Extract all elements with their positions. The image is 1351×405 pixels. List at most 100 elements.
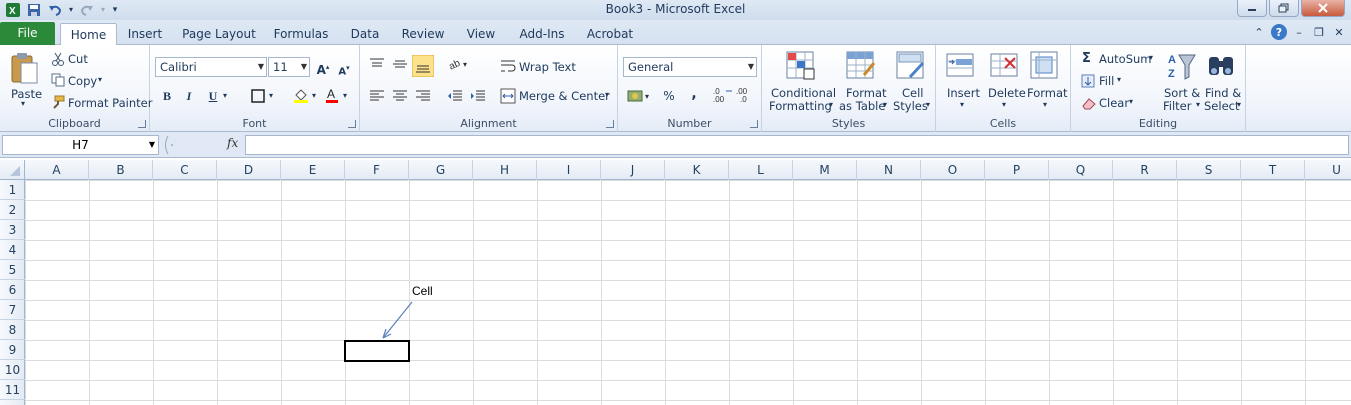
format-dropdown-icon[interactable]: ▾ xyxy=(1043,100,1047,109)
help-icon[interactable]: ? xyxy=(1271,24,1287,40)
column-header-g[interactable]: G xyxy=(409,160,473,180)
tab-formulas[interactable]: Formulas xyxy=(270,23,332,45)
tab-page-layout[interactable]: Page Layout xyxy=(180,23,258,45)
column-header-u[interactable]: U xyxy=(1305,160,1351,180)
row-header-5[interactable]: 5 xyxy=(0,260,25,280)
orientation-icon[interactable]: ab ▾ xyxy=(447,57,470,74)
shrink-font-icon[interactable]: A▾ xyxy=(334,58,354,78)
row-header-4[interactable]: 4 xyxy=(0,240,25,260)
name-box-dropdown-icon[interactable]: ▼ xyxy=(149,136,155,154)
row-header-2[interactable]: 2 xyxy=(0,200,25,220)
tab-home[interactable]: Home xyxy=(60,23,117,46)
column-header-k[interactable]: K xyxy=(665,160,729,180)
selected-cell[interactable] xyxy=(344,340,410,362)
column-header-m[interactable]: M xyxy=(793,160,857,180)
conditional-formatting-button[interactable]: Conditional xyxy=(771,86,836,100)
paste-button[interactable]: Paste xyxy=(11,87,42,101)
clipboard-launcher-icon[interactable] xyxy=(138,120,146,128)
font-color-dropdown-icon[interactable]: ▾ xyxy=(340,86,350,106)
font-size-combo[interactable]: 11 ▼ xyxy=(268,57,310,77)
increase-indent-icon[interactable] xyxy=(470,89,486,106)
fill-button[interactable]: Fill xyxy=(1099,74,1114,88)
increase-decimal-icon[interactable]: .0.00 xyxy=(713,87,733,106)
column-header-l[interactable]: L xyxy=(729,160,793,180)
row-header-7[interactable]: 7 xyxy=(0,300,25,320)
find-select-dropdown-icon[interactable]: ▾ xyxy=(1237,100,1241,109)
column-header-c[interactable]: C xyxy=(153,160,217,180)
decrease-decimal-icon[interactable]: .00.0 xyxy=(736,87,756,106)
tab-acrobat[interactable]: Acrobat xyxy=(582,23,638,45)
comma-style-button[interactable]: , xyxy=(684,84,704,104)
column-header-a[interactable]: A xyxy=(25,160,89,180)
delete-cells-button[interactable]: Delete xyxy=(988,86,1026,100)
cell-styles-button[interactable]: Cell xyxy=(902,86,924,100)
font-name-combo[interactable]: Calibri ▼ xyxy=(155,57,267,77)
column-header-o[interactable]: O xyxy=(921,160,985,180)
clear-button[interactable]: Clear xyxy=(1099,96,1129,110)
minimize-button[interactable] xyxy=(1237,0,1267,17)
conditional-formatting-dropdown-icon[interactable]: ▾ xyxy=(829,100,833,109)
tab-data[interactable]: Data xyxy=(344,23,386,45)
workbook-minimize-icon[interactable]: – xyxy=(1291,24,1307,40)
column-header-j[interactable]: J xyxy=(601,160,665,180)
align-left-icon[interactable] xyxy=(369,89,385,106)
percent-style-button[interactable]: % xyxy=(659,86,679,106)
name-box[interactable]: H7 ▼ xyxy=(2,135,159,155)
align-right-icon[interactable] xyxy=(415,89,431,106)
find-select-button[interactable]: Find & xyxy=(1205,86,1241,100)
column-header-i[interactable]: I xyxy=(537,160,601,180)
cell-styles-dropdown-icon[interactable]: ▾ xyxy=(926,100,930,109)
borders-dropdown-icon[interactable]: ▾ xyxy=(266,86,276,106)
column-header-b[interactable]: B xyxy=(89,160,153,180)
fill-color-dropdown-icon[interactable]: ▾ xyxy=(309,86,319,106)
row-header-6[interactable]: 6 xyxy=(0,280,25,300)
fill-dropdown-icon[interactable]: ▾ xyxy=(1117,75,1121,84)
insert-dropdown-icon[interactable]: ▾ xyxy=(960,100,964,109)
merge-center-dropdown-icon[interactable]: ▾ xyxy=(605,90,609,99)
decrease-indent-icon[interactable] xyxy=(447,89,463,106)
font-launcher-icon[interactable] xyxy=(348,120,356,128)
format-as-table-button[interactable]: Format xyxy=(846,86,887,100)
format-as-table-dropdown-icon[interactable]: ▾ xyxy=(883,100,887,109)
row-header-3[interactable]: 3 xyxy=(0,220,25,240)
column-header-s[interactable]: S xyxy=(1177,160,1241,180)
number-format-combo[interactable]: General ▼ xyxy=(623,57,757,77)
tab-view[interactable]: View xyxy=(460,23,502,45)
tab-add-ins[interactable]: Add-Ins xyxy=(514,23,570,45)
copy-button[interactable]: Copy xyxy=(68,74,97,88)
column-header-d[interactable]: D xyxy=(217,160,281,180)
format-cells-button[interactable]: Format xyxy=(1027,86,1068,100)
number-format-dropdown-icon[interactable]: ▼ xyxy=(748,58,754,76)
accounting-format-icon[interactable]: ▾ xyxy=(627,88,653,107)
formula-input[interactable] xyxy=(245,135,1349,155)
cut-button[interactable]: Cut xyxy=(68,52,88,66)
sort-filter-button[interactable]: Sort & xyxy=(1164,86,1200,100)
column-header-p[interactable]: P xyxy=(985,160,1049,180)
column-header-f[interactable]: F xyxy=(345,160,409,180)
close-button[interactable] xyxy=(1301,0,1345,17)
paste-icon[interactable] xyxy=(9,51,39,88)
column-header-e[interactable]: E xyxy=(281,160,345,180)
column-header-q[interactable]: Q xyxy=(1049,160,1113,180)
tab-review[interactable]: Review xyxy=(398,23,448,45)
tab-file[interactable]: File xyxy=(0,22,55,45)
minimize-ribbon-icon[interactable]: ⌃ xyxy=(1251,24,1267,40)
alignment-launcher-icon[interactable] xyxy=(606,120,614,128)
clear-dropdown-icon[interactable]: ▾ xyxy=(1129,97,1133,106)
wrap-text-button[interactable]: Wrap Text xyxy=(519,60,576,74)
restore-button[interactable] xyxy=(1269,0,1299,17)
select-all-button[interactable] xyxy=(0,160,25,180)
row-header-10[interactable]: 10 xyxy=(0,360,25,380)
column-header-n[interactable]: N xyxy=(857,160,921,180)
workbook-close-icon[interactable]: ✕ xyxy=(1331,24,1347,40)
font-size-dropdown-icon[interactable]: ▼ xyxy=(301,58,307,76)
font-color-icon[interactable]: A xyxy=(325,87,339,106)
font-name-dropdown-icon[interactable]: ▼ xyxy=(258,58,264,76)
column-header-t[interactable]: T xyxy=(1241,160,1305,180)
underline-dropdown-icon[interactable]: ▾ xyxy=(220,86,230,106)
number-launcher-icon[interactable] xyxy=(750,120,758,128)
fill-color-icon[interactable] xyxy=(293,87,309,106)
autosum-dropdown-icon[interactable]: ▾ xyxy=(1149,53,1153,62)
insert-cells-button[interactable]: Insert xyxy=(947,86,980,100)
align-bottom-icon[interactable] xyxy=(411,54,435,80)
